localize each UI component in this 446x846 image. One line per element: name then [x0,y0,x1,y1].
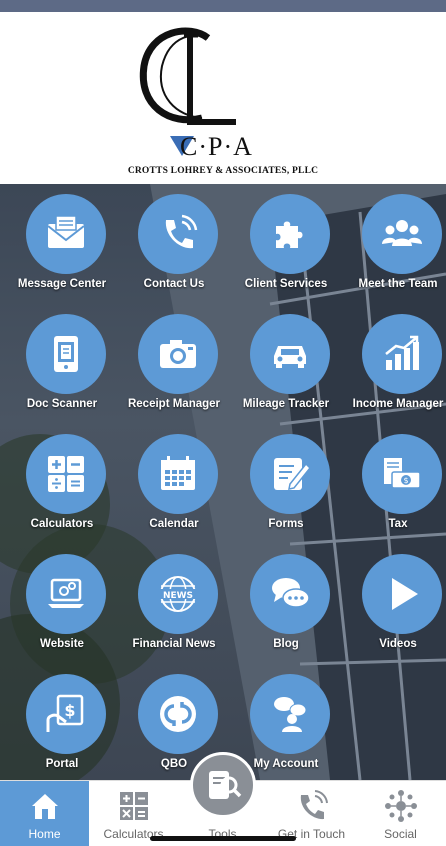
tile-blog[interactable]: Blog [230,548,342,668]
tile-forms[interactable]: Forms [230,428,342,548]
logo-cpa-text: C·P·A [180,132,253,161]
calculator-icon [26,434,106,514]
home-indicator [150,836,296,841]
home-icon [32,794,58,819]
tile-label: Videos [379,638,417,650]
tile-client-services[interactable]: Client Services [230,188,342,308]
tools-fab-button[interactable] [190,752,256,818]
portal-dollar-icon: $ [26,674,106,754]
tile-mileage-tracker[interactable]: Mileage Tracker [230,308,342,428]
tile-tax[interactable]: $ Tax [342,428,446,548]
tile-calculators[interactable]: Calculators [6,428,118,548]
tile-website[interactable]: Website [6,548,118,668]
puzzle-icon [250,194,330,274]
tile-receipt-manager[interactable]: Receipt Manager [118,308,230,428]
form-edit-icon [250,434,330,514]
tile-grid: Message Center Contact Us Client Service… [0,184,446,780]
svg-text:$: $ [403,476,408,485]
tile-label: Tax [388,518,408,530]
firm-logo[interactable]: C·P·A CROTTS LOHREY & ASSOCIATES, PLLC [118,26,328,176]
tools-icon [209,771,242,799]
calendar-icon [138,434,218,514]
camera-icon [138,314,218,394]
laptop-gear-icon [26,554,106,634]
tab-home[interactable]: Home [0,781,89,846]
tile-meet-the-team[interactable]: Meet the Team [342,188,446,308]
envelope-icon [26,194,106,274]
tab-label: Social [384,827,417,841]
tile-doc-scanner[interactable]: Doc Scanner [6,308,118,428]
car-icon [250,314,330,394]
tile-label: Income Manager [352,398,444,410]
header-logo-area: C·P·A CROTTS LOHREY & ASSOCIATES, PLLC [0,12,446,184]
tile-contact-us[interactable]: Contact Us [118,188,230,308]
tile-calendar[interactable]: Calendar [118,428,230,548]
doc-scanner-icon [26,314,106,394]
tile-videos[interactable]: Videos [342,548,446,668]
tile-financial-news[interactable]: NEWS Financial News [118,548,230,668]
news-globe-icon: NEWS [138,554,218,634]
calculator-icon [120,792,148,820]
account-icon [250,674,330,754]
phone-icon [300,790,328,820]
qbo-icon [138,674,218,754]
people-icon [362,194,442,274]
growth-chart-icon [362,314,442,394]
firm-name: CROTTS LOHREY & ASSOCIATES, PLLC [127,166,319,176]
tile-income-manager[interactable]: Income Manager [342,308,446,428]
money-icon: $ [362,434,442,514]
tab-label: Home [28,827,61,841]
play-icon [362,554,442,634]
cl-monogram-logo [139,27,236,125]
phone-icon [138,194,218,274]
svg-text:NEWS: NEWS [163,591,193,601]
tab-social[interactable]: Social [356,781,445,846]
tile-portal[interactable]: $ Portal [6,668,118,780]
status-bar [0,0,446,12]
tile-message-center[interactable]: Message Center [6,188,118,308]
chat-bubbles-icon [250,554,330,634]
social-network-icon [385,790,417,822]
svg-text:$: $ [64,701,75,720]
tile-label: Meet the Team [358,278,438,290]
